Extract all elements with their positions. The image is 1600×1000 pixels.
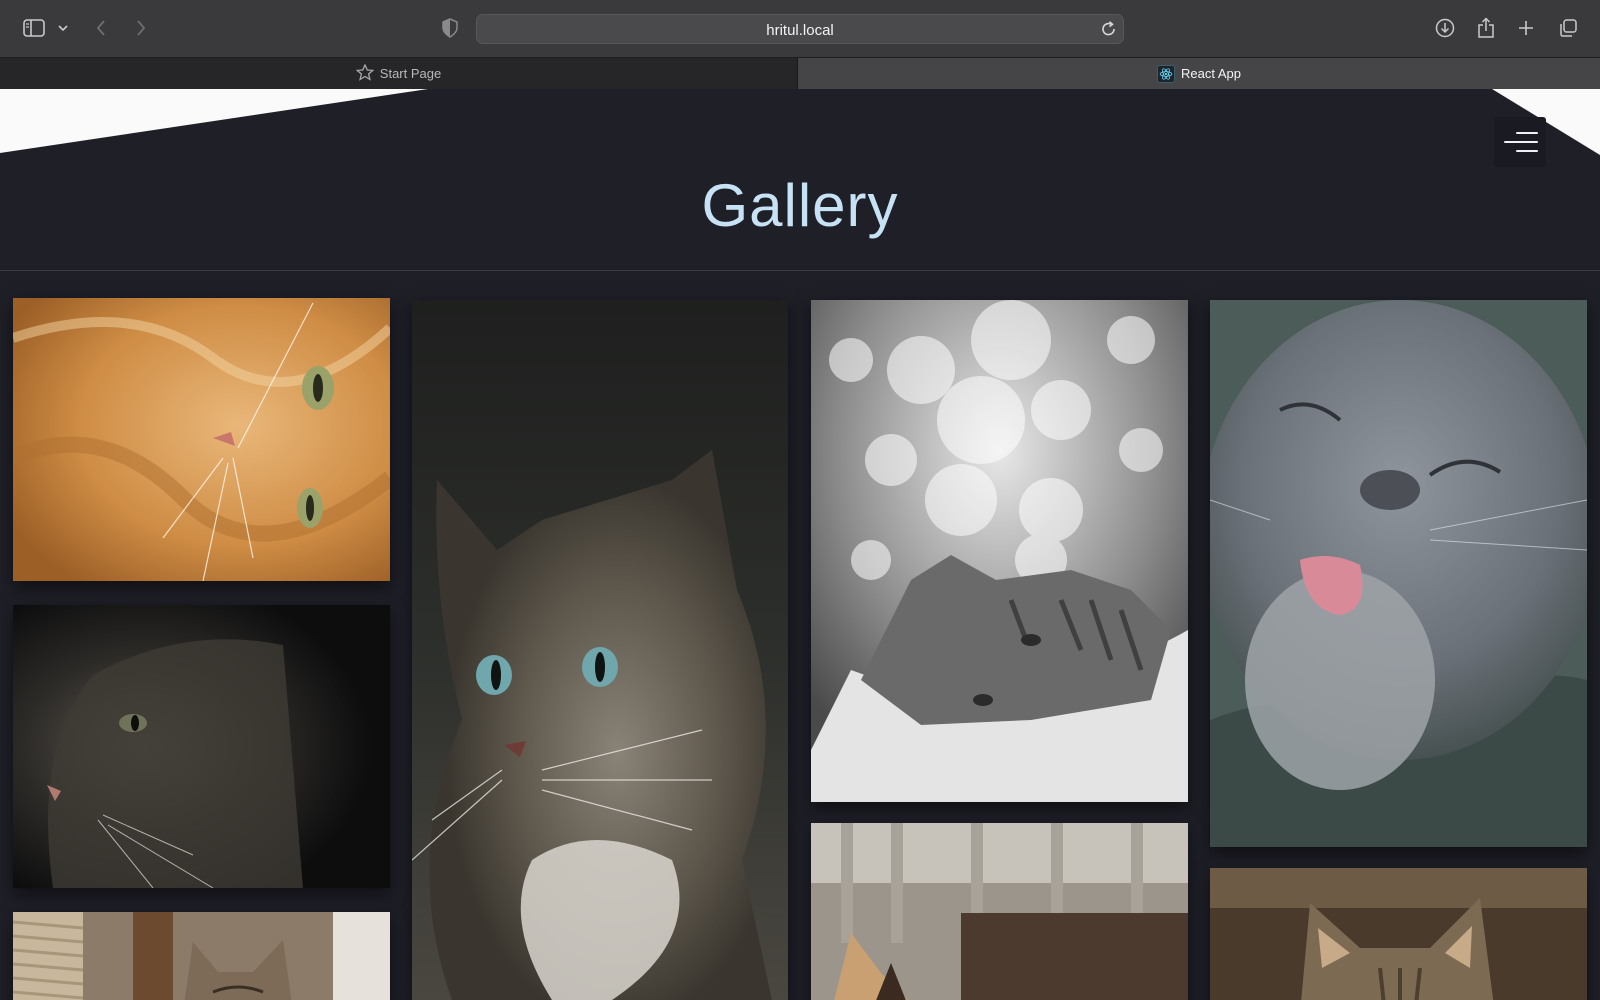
- tab-overview-icon[interactable]: [1557, 14, 1579, 42]
- gallery-photo-bw-kitten[interactable]: [811, 300, 1188, 802]
- star-icon: [355, 62, 375, 84]
- share-icon[interactable]: [1476, 14, 1496, 42]
- tab-bar: Start Page React App: [0, 57, 1600, 89]
- gallery-photo-kitten-post[interactable]: [13, 912, 390, 1000]
- back-icon[interactable]: [92, 14, 110, 42]
- title-divider: [0, 270, 1600, 271]
- browser-toolbar: hritul.local: [0, 0, 1600, 57]
- privacy-shield-icon[interactable]: [441, 14, 459, 42]
- gallery-photo-dark-tabby[interactable]: [13, 605, 390, 888]
- menu-line: [1516, 132, 1538, 134]
- react-icon: [1157, 64, 1175, 83]
- menu-button[interactable]: [1494, 117, 1546, 167]
- sidebar-toggle-icon[interactable]: [22, 14, 46, 42]
- address-text: hritul.local: [766, 22, 834, 39]
- header-decoration: [0, 89, 1600, 155]
- tab-label: Start Page: [379, 66, 442, 81]
- forward-icon[interactable]: [132, 14, 150, 42]
- gallery-photo-grey-cat[interactable]: [1210, 300, 1587, 847]
- gallery-photo-longhair-cat[interactable]: [412, 300, 788, 1000]
- page-title: Gallery: [701, 172, 899, 239]
- new-tab-icon[interactable]: [1516, 14, 1536, 42]
- reload-icon[interactable]: [1101, 20, 1117, 43]
- menu-line: [1504, 141, 1538, 143]
- tab-react-app[interactable]: React App: [798, 58, 1600, 89]
- menu-line: [1516, 150, 1538, 152]
- page-content: Gallery: [0, 89, 1600, 1000]
- gallery-photo-orange-cat[interactable]: [13, 298, 390, 581]
- address-bar[interactable]: hritul.local: [476, 14, 1124, 44]
- downloads-icon[interactable]: [1434, 14, 1456, 42]
- gallery-photo-tabby-ears[interactable]: [1210, 868, 1587, 1000]
- tab-start-page[interactable]: Start Page: [0, 58, 798, 89]
- gallery-photo-calico-cat[interactable]: [811, 823, 1188, 1000]
- chevron-down-icon[interactable]: [56, 14, 70, 42]
- tab-label: React App: [1181, 66, 1241, 81]
